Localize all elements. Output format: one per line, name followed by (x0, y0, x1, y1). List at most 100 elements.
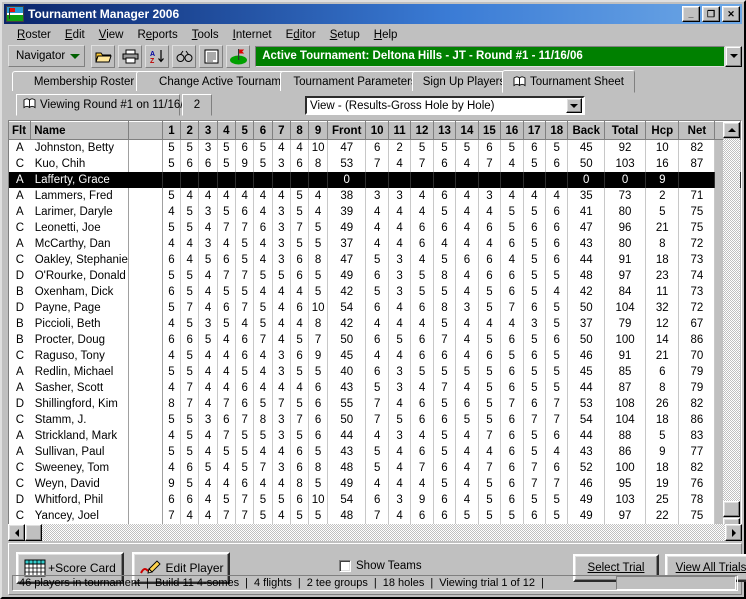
cell-score[interactable]: 53 (567, 395, 605, 412)
cell-score[interactable]: 6 (365, 331, 389, 348)
cell-score[interactable]: 6 (500, 459, 524, 476)
table-row[interactable]: C Kuo, Chih 5 6 6 5 9 5 3 6 8 53 7 4 7 6 4 7 4 5 6 50 103 16 87 (9, 155, 741, 172)
cell-score[interactable]: 91 (604, 347, 647, 364)
cell-score[interactable]: 5 (500, 219, 524, 236)
cell-score[interactable]: 5 (433, 251, 457, 268)
cell-score[interactable]: 5 (235, 251, 255, 268)
cell-score[interactable]: 4 (365, 203, 389, 220)
cell-score[interactable]: 3 (388, 267, 412, 284)
cell-score[interactable]: 71 (678, 187, 716, 204)
cell-score[interactable]: 6 (478, 139, 502, 156)
cell-score[interactable]: 8 (308, 155, 328, 172)
cell-score[interactable]: 46 (567, 347, 605, 364)
cell-score[interactable]: 82 (678, 139, 716, 156)
cell-score[interactable]: 7 (217, 219, 237, 236)
cell-score[interactable]: 14 (645, 331, 680, 348)
table-row[interactable]: D Whitford, Phil 6 6 4 5 7 5 5 6 10 54 6 3 9 6 4 5 6 5 5 49 10… (9, 491, 741, 508)
cell-score[interactable] (433, 171, 457, 188)
cell-score[interactable]: 3 (388, 283, 412, 300)
cell-score[interactable]: 4 (253, 187, 273, 204)
golf-green-flag-icon[interactable] (226, 44, 251, 68)
cell-score[interactable]: 5 (455, 507, 479, 524)
cell-score[interactable]: 6 (433, 507, 457, 524)
cell-score[interactable]: 3 (272, 251, 291, 268)
cell-score[interactable]: 85 (604, 363, 647, 380)
cell-score[interactable]: 4 (365, 235, 389, 252)
cell-name[interactable]: McCarthy, Dan (30, 235, 129, 252)
cell-score[interactable]: 4 (253, 203, 273, 220)
cell-score[interactable]: 43 (567, 235, 605, 252)
column-header-11[interactable]: 11 (388, 121, 412, 140)
cell-score[interactable]: 5 (180, 427, 200, 444)
cell-score[interactable] (162, 171, 182, 188)
cell-flight[interactable]: A (9, 171, 31, 188)
cell-score[interactable]: 7 (235, 299, 255, 316)
cell-score[interactable]: 4 (272, 475, 291, 492)
cell-score[interactable]: 5 (217, 155, 237, 172)
cell-name[interactable]: Larimer, Daryle (30, 203, 129, 220)
cell-score[interactable]: 10 (308, 139, 328, 156)
cell-score[interactable]: 5 (217, 315, 237, 332)
cell-score[interactable]: 5 (523, 267, 547, 284)
cell-score[interactable]: 5 (365, 251, 389, 268)
cell-score[interactable]: 6 (290, 155, 310, 172)
cell-spacer[interactable] (128, 411, 163, 428)
cell-score[interactable]: 7 (290, 219, 310, 236)
horizontal-scrollbar[interactable] (8, 524, 742, 541)
cell-score[interactable]: 7 (365, 395, 389, 412)
column-header-14[interactable]: 14 (455, 121, 479, 140)
cell-score[interactable]: 6 (523, 139, 547, 156)
cell-score[interactable]: 8 (645, 235, 680, 252)
cell-score[interactable]: 103 (604, 491, 647, 508)
vertical-scrollbar[interactable] (723, 122, 740, 534)
cell-score[interactable]: 5 (545, 347, 569, 364)
table-row[interactable]: B Procter, Doug 6 6 5 4 6 7 4 5 7 50 6 5 6 7 4 5 6 5 6 50 100 1… (9, 331, 741, 348)
cell-score[interactable]: 3 (388, 427, 412, 444)
cell-score[interactable]: 72 (678, 235, 716, 252)
cell-score[interactable]: 6 (290, 347, 310, 364)
menu-internet[interactable]: Internet (226, 28, 279, 42)
cell-score[interactable]: 6 (290, 459, 310, 476)
cell-score[interactable]: 6 (290, 443, 310, 460)
sort-az-icon[interactable]: A Z (145, 44, 170, 68)
cell-score[interactable]: 4 (272, 379, 291, 396)
cell-score[interactable]: 8 (308, 315, 328, 332)
cell-score[interactable]: 108 (604, 395, 647, 412)
cell-score[interactable]: 4 (455, 219, 479, 236)
cell-score[interactable]: 4 (198, 187, 218, 204)
cell-score[interactable]: 5 (253, 139, 273, 156)
cell-score[interactable]: 6 (433, 155, 457, 172)
cell-score[interactable]: 5 (162, 219, 182, 236)
show-teams-checkbox[interactable]: Show Teams (339, 560, 422, 572)
column-header-front[interactable]: Front (327, 121, 367, 140)
cell-score[interactable]: 4 (545, 443, 569, 460)
cell-score[interactable]: 46 (567, 475, 605, 492)
cell-score[interactable]: 44 (567, 379, 605, 396)
cell-score[interactable]: 49 (567, 491, 605, 508)
scroll-left-button[interactable] (8, 524, 25, 541)
cell-score[interactable]: 6 (290, 299, 310, 316)
cell-score[interactable]: 18 (645, 251, 680, 268)
open-folder-icon[interactable] (91, 44, 116, 68)
cell-score[interactable]: 6 (523, 299, 547, 316)
cell-score[interactable] (365, 171, 389, 188)
cell-score[interactable]: 82 (678, 395, 716, 412)
cell-spacer[interactable] (128, 155, 163, 172)
cell-score[interactable]: 5 (478, 283, 502, 300)
cell-score[interactable]: 5 (290, 235, 310, 252)
cell-score[interactable]: 104 (604, 299, 647, 316)
cell-score[interactable]: 4 (217, 459, 237, 476)
cell-score[interactable]: 80 (604, 203, 647, 220)
cell-score[interactable] (308, 171, 328, 188)
cell-score[interactable]: 7 (545, 395, 569, 412)
cell-score[interactable]: 6 (198, 155, 218, 172)
cell-score[interactable]: 5 (235, 427, 255, 444)
cell-score[interactable]: 5 (388, 331, 412, 348)
cell-score[interactable]: 4 (253, 235, 273, 252)
cell-score[interactable]: 10 (645, 139, 680, 156)
cell-score[interactable]: 54 (327, 491, 367, 508)
cell-score[interactable]: 4 (198, 379, 218, 396)
cell-spacer[interactable] (128, 187, 163, 204)
cell-score[interactable]: 6 (308, 395, 328, 412)
cell-score[interactable]: 5 (645, 427, 680, 444)
